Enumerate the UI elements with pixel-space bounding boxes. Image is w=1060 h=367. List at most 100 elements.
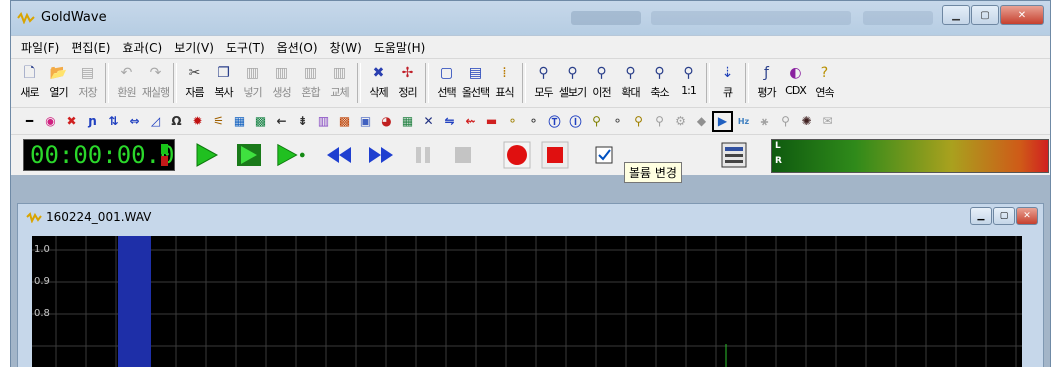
toolbar-button[interactable]: ▢ 선택 <box>432 61 461 105</box>
document-window[interactable]: 160224_001.WAV ▁ ▢ ✕ 1.0 0.9 0.8 <box>17 203 1044 367</box>
play-from-cursor-button[interactable] <box>275 141 307 169</box>
volume-change-icon[interactable]: ▶ <box>712 110 733 132</box>
toolbar-button[interactable]: 📂 열기 <box>44 61 73 105</box>
toolbar-button[interactable]: ↷ 재실행 <box>141 61 170 105</box>
menu-options[interactable]: 옵션(O) <box>271 39 324 56</box>
toolbar-button[interactable]: ▥ 생성 <box>267 61 296 105</box>
toolbar-button[interactable]: ƒ 평가 <box>752 61 781 105</box>
toolbar-button[interactable]: ▤ 올선택 <box>461 61 490 105</box>
zoom-selection-icon: ⚲ <box>567 65 578 81</box>
minimize-button[interactable]: ▁ <box>942 5 970 25</box>
menu-view[interactable]: 보기(V) <box>168 39 220 56</box>
toolbar-button[interactable]: ⁞ 표식 <box>490 61 519 105</box>
toolbar-button[interactable]: ✖ 삭제 <box>364 61 393 105</box>
effect-icon[interactable]: ⚬ <box>525 113 542 130</box>
effect-icon[interactable]: ◆ <box>693 113 710 130</box>
stop-button[interactable] <box>447 141 479 169</box>
rewind-button[interactable] <box>323 141 355 169</box>
effect-icon[interactable]: Ω <box>168 113 185 130</box>
effect-icon[interactable]: ▩ <box>252 113 269 130</box>
effect-icon[interactable]: ✺ <box>798 113 815 130</box>
toolbar-button[interactable]: ◐ CDX <box>781 61 810 105</box>
effect-icon[interactable]: ▥ <box>315 113 332 130</box>
toolbar-button[interactable]: ▥ 혼합 <box>296 61 325 105</box>
document-maximize-button[interactable]: ▢ <box>993 207 1015 225</box>
toolbar-button[interactable]: ⚲ 1:1 <box>674 61 703 105</box>
play-button[interactable] <box>191 141 223 169</box>
effect-icon[interactable]: ⚟ <box>210 113 227 130</box>
toolbar-button[interactable]: ⚲ 이전 <box>587 61 616 105</box>
effect-icon[interactable]: ⚲ <box>588 113 605 130</box>
effect-icon[interactable]: ▬ <box>483 113 500 130</box>
effect-icon[interactable]: ⚬ <box>609 113 626 130</box>
effect-icon[interactable]: ▦ <box>399 113 416 130</box>
menu-window[interactable]: 창(W) <box>324 39 368 56</box>
toolbar-button[interactable]: ❐ 복사 <box>209 61 238 105</box>
properties-button[interactable] <box>589 141 621 169</box>
effect-icon[interactable]: ⚙ <box>672 113 689 130</box>
effect-icon[interactable]: ▩ <box>336 113 353 130</box>
fast-forward-button[interactable] <box>365 141 397 169</box>
menu-tools[interactable]: 도구(T) <box>220 39 271 56</box>
select-all-icon: ▤ <box>468 65 483 81</box>
effect-icon[interactable]: ▦ <box>231 113 248 130</box>
effect-icon[interactable]: ⇜ <box>462 113 479 130</box>
effect-icon[interactable]: ⚬ <box>504 113 521 130</box>
close-button[interactable]: ✕ <box>1000 5 1044 25</box>
goldwave-logo-icon <box>17 12 35 24</box>
menu-file[interactable]: 파일(F) <box>15 39 65 56</box>
toolbar-button[interactable]: ⚲ 축소 <box>645 61 674 105</box>
toolbar-button[interactable]: 🗋 새로 <box>15 61 44 105</box>
toolbar-button[interactable]: ⚲ 모두 <box>529 61 558 105</box>
effect-icon[interactable]: ⚹ <box>756 113 773 130</box>
effect-icon[interactable]: ⚲ <box>630 113 647 130</box>
title-bar[interactable]: GoldWave ▁ ▢ ✕ <box>11 1 1050 35</box>
amplitude-label: 0.9 <box>34 276 50 287</box>
document-minimize-button[interactable]: ▁ <box>970 207 992 225</box>
toolbar-button[interactable]: ▥ 넣기 <box>238 61 267 105</box>
effect-icon[interactable]: Ⓘ <box>567 113 584 130</box>
selection-region[interactable] <box>118 236 151 367</box>
device-controls-button[interactable] <box>718 141 750 169</box>
effect-icon[interactable]: ⚲ <box>777 113 794 130</box>
effect-icon[interactable]: ◉ <box>42 113 59 130</box>
effect-icon[interactable]: Hz <box>735 113 752 130</box>
effect-icon[interactable]: ✕ <box>420 113 437 130</box>
toolbar-separator <box>522 63 526 103</box>
record-button[interactable] <box>501 141 533 169</box>
effect-icon[interactable]: ◕ <box>378 113 395 130</box>
effect-icon[interactable]: ⚲ <box>651 113 668 130</box>
effect-icon[interactable]: ✹ <box>189 113 206 130</box>
toolbar-button[interactable]: ✢ 정리 <box>393 61 422 105</box>
effect-icon[interactable]: ⇋ <box>441 113 458 130</box>
menu-effect[interactable]: 효과(C) <box>116 39 168 56</box>
record-selection-button[interactable] <box>539 141 571 169</box>
menu-help[interactable]: 도움말(H) <box>368 39 432 56</box>
waveform-display[interactable]: 1.0 0.9 0.8 <box>32 236 1022 367</box>
toolbar-button[interactable]: ✂ 자름 <box>180 61 209 105</box>
toolbar-button[interactable]: ⚲ 셀보기 <box>558 61 587 105</box>
document-close-button[interactable]: ✕ <box>1016 207 1038 225</box>
maximize-button[interactable]: ▢ <box>971 5 999 25</box>
effect-icon[interactable]: ← <box>273 113 290 130</box>
effect-icon[interactable]: ━ <box>21 113 38 130</box>
document-title-bar[interactable]: 160224_001.WAV ▁ ▢ ✕ <box>18 204 1043 230</box>
toolbar-button[interactable]: ↶ 환원 <box>112 61 141 105</box>
effect-icon[interactable]: ɲ <box>84 113 101 130</box>
effect-icon[interactable]: Ⓣ <box>546 113 563 130</box>
effect-icon[interactable]: ◿ <box>147 113 164 130</box>
toolbar-button[interactable]: ⚲ 확대 <box>616 61 645 105</box>
effect-icon[interactable]: ✉ <box>819 113 836 130</box>
effect-icon[interactable]: ⇔ <box>126 113 143 130</box>
toolbar-button[interactable]: ? 연속 <box>810 61 839 105</box>
play-selection-button[interactable] <box>233 141 265 169</box>
pause-button[interactable] <box>407 141 439 169</box>
effect-icon[interactable]: ⇟ <box>294 113 311 130</box>
toolbar-button[interactable]: ⇣ 큐 <box>713 61 742 105</box>
toolbar-button[interactable]: ▤ 저장 <box>73 61 102 105</box>
menu-edit[interactable]: 편집(E) <box>65 39 116 56</box>
effect-icon[interactable]: ✖ <box>63 113 80 130</box>
effect-icon[interactable]: ▣ <box>357 113 374 130</box>
effect-icon[interactable]: ⇅ <box>105 113 122 130</box>
toolbar-button[interactable]: ▥ 교체 <box>325 61 354 105</box>
